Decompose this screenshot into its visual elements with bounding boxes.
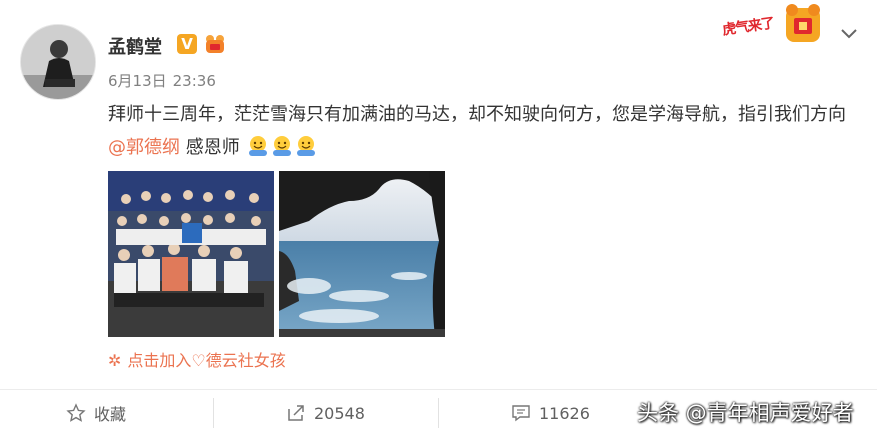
author-name[interactable]: 孟鹤堂 [108, 33, 162, 59]
divider [438, 398, 439, 428]
mention-link[interactable]: @郭德纲 [108, 137, 180, 158]
source-link[interactable]: ✲ 点击加入♡德云社女孩 [108, 347, 286, 371]
hug-emoji-icon [295, 135, 317, 157]
post-text: 拜师十三周年，茫茫雪海只有加满油的马达，却不知驶向何方，您是学海导航，指引我们方… [108, 104, 846, 125]
verified-badge-icon: V [177, 34, 197, 54]
hug-emoji-icon [247, 135, 269, 157]
repost-count: 20548 [314, 403, 365, 423]
avatar[interactable] [20, 24, 96, 100]
star-icon [66, 403, 86, 422]
repost-button[interactable]: 20548 [286, 398, 365, 428]
chevron-down-icon[interactable] [838, 22, 860, 44]
post-text-tail: 感恩师 [180, 137, 240, 158]
divider [213, 398, 214, 428]
member-badge-icon [202, 31, 228, 57]
post-content: 拜师十三周年，茫茫雪海只有加满油的马达，却不知驶向何方，您是学海导航，指引我们方… [108, 98, 848, 164]
watermark: 头条 @青年相声爱好者 [637, 401, 854, 425]
comment-count: 11626 [539, 403, 590, 423]
sea-photo-image[interactable] [279, 171, 445, 337]
favorite-label: 收藏 [94, 405, 127, 424]
group-photo-image[interactable] [108, 171, 274, 337]
post-time[interactable]: 23:36 [173, 72, 216, 90]
source-label: 点击加入♡德云社女孩 [127, 351, 286, 370]
post-date[interactable]: 6月13日 [108, 72, 167, 90]
hug-emoji-icon [271, 135, 293, 157]
comment-button[interactable]: 11626 [511, 398, 590, 428]
repost-icon [288, 405, 304, 421]
favorite-button[interactable]: 收藏 [66, 398, 126, 428]
flower-icon: ✲ [108, 351, 122, 370]
divider [0, 389, 877, 390]
comment-icon [512, 405, 530, 422]
post-meta: 6月13日 23:36 [108, 70, 216, 91]
